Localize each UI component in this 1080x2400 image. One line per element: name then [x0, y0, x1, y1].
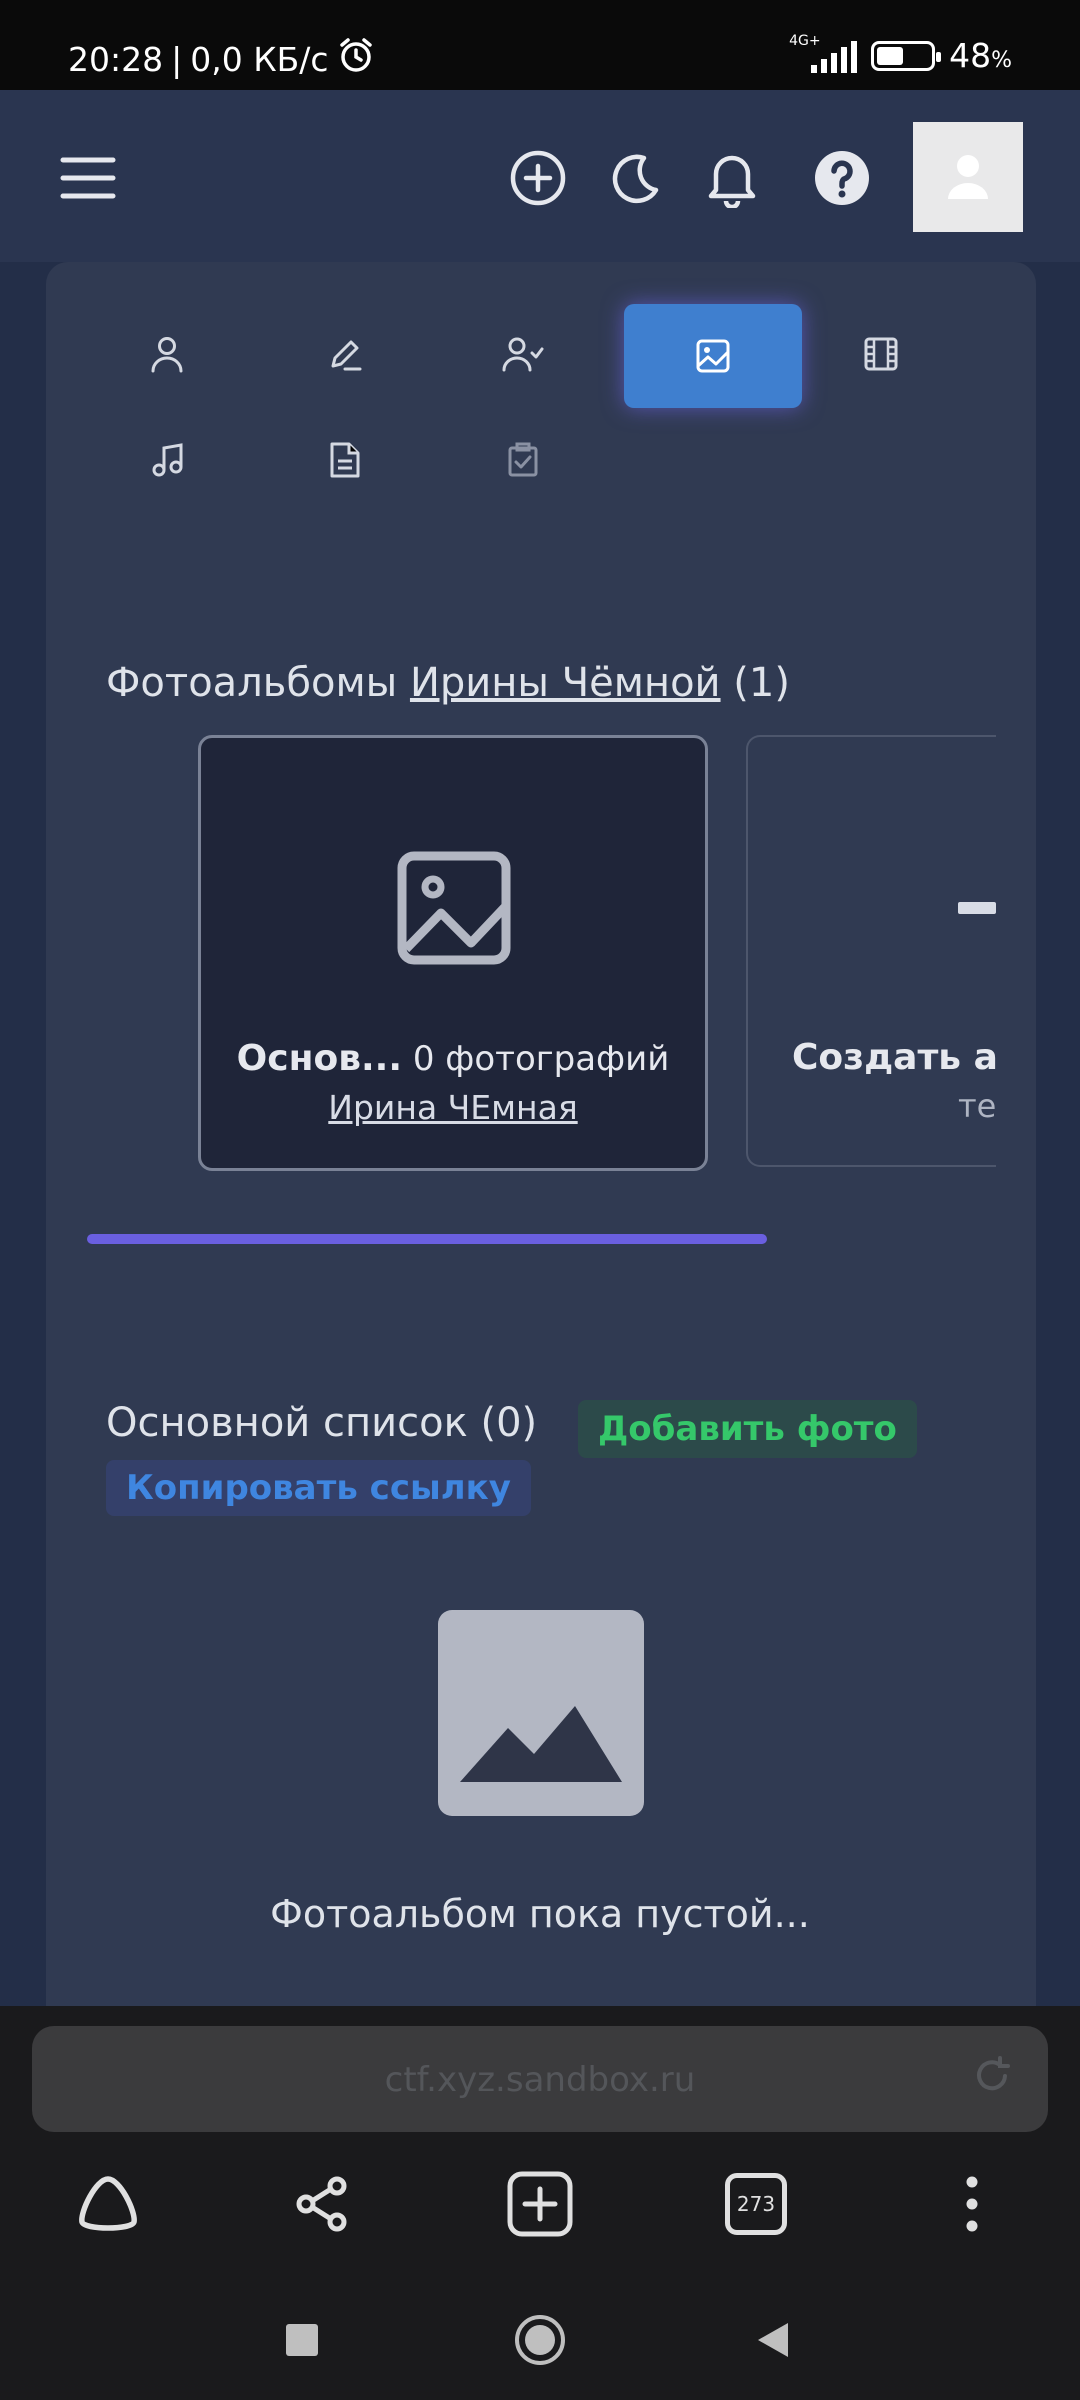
- plus-circle-icon[interactable]: [508, 148, 568, 208]
- document-icon: [330, 442, 360, 478]
- status-right: 4G+ 48%: [787, 32, 1012, 76]
- create-album-subtitle: те: [958, 1087, 996, 1125]
- back-icon[interactable]: [734, 2300, 814, 2380]
- tab-friends[interactable]: [434, 302, 612, 406]
- address-url: ctf.xyz.sandbox.ru: [384, 2060, 696, 2100]
- add-photo-button[interactable]: Добавить фото: [578, 1400, 917, 1458]
- tab-profile[interactable]: [78, 302, 256, 406]
- copy-link-button[interactable]: Копировать ссылку: [106, 1460, 531, 1516]
- status-speed: 0,0 КБ/с: [190, 39, 329, 79]
- album-card[interactable]: Основ... 0 фотографий Ирина ЧЕмная: [198, 735, 708, 1171]
- create-album-title: Создать а: [792, 1037, 996, 1078]
- image-icon: [397, 851, 511, 969]
- album-info: Основ... 0 фотографий: [201, 1038, 705, 1079]
- reload-icon[interactable]: [972, 2056, 1012, 2100]
- user-avatar-button[interactable]: [913, 122, 1023, 232]
- status-time: 20:28: [68, 39, 164, 79]
- address-bar[interactable]: ctf.xyz.sandbox.ru: [32, 2026, 1048, 2132]
- empty-album-text: Фотоальбом пока пустой...: [270, 1892, 810, 1936]
- alarm-icon: [337, 36, 375, 82]
- battery-icon: [871, 40, 942, 71]
- checkbox-icon: [508, 442, 538, 477]
- album-owner[interactable]: Ирина ЧЕмная: [201, 1088, 705, 1127]
- tab-posts[interactable]: [256, 302, 434, 406]
- more-icon[interactable]: [932, 2168, 1012, 2240]
- create-album-card[interactable]: Создать а те: [746, 735, 996, 1167]
- signal-icon: 4G+: [787, 33, 858, 73]
- empty-album-placeholder: [438, 1610, 644, 1816]
- alice-icon[interactable]: [68, 2168, 148, 2240]
- tab-notes[interactable]: [256, 408, 434, 512]
- new-tab-icon[interactable]: [500, 2168, 580, 2240]
- status-bar: 20:28 | 0,0 КБ/с 4G+ 48%: [0, 0, 1080, 90]
- film-icon: [864, 337, 898, 371]
- status-left: 20:28 | 0,0 КБ/с: [68, 36, 375, 82]
- plus-icon: [958, 902, 996, 914]
- share-icon[interactable]: [282, 2168, 362, 2240]
- user-check-icon: [502, 337, 544, 372]
- menu-icon[interactable]: [58, 150, 118, 206]
- tab-tasks[interactable]: [434, 408, 612, 512]
- tab-music[interactable]: [78, 408, 256, 512]
- mountain-icon: [460, 1706, 622, 1782]
- album-photo-count: 0 фотографий: [412, 1039, 670, 1079]
- home-icon[interactable]: [500, 2300, 580, 2380]
- moon-icon[interactable]: [604, 148, 664, 208]
- pencil-icon: [331, 340, 362, 371]
- help-icon[interactable]: [812, 148, 872, 208]
- battery-percent: 48: [949, 36, 992, 75]
- tab-photos[interactable]: [624, 304, 802, 408]
- album-owner-link[interactable]: Ирины Чёмной: [410, 660, 721, 706]
- bell-icon[interactable]: [702, 146, 762, 210]
- recent-apps-icon[interactable]: [262, 2300, 342, 2380]
- tab-videos[interactable]: [792, 302, 970, 406]
- user-icon: [151, 337, 183, 373]
- albums-title: Фотоальбомы Ирины Чёмной (1): [106, 660, 790, 706]
- album-name: Основ...: [236, 1038, 403, 1079]
- image-icon: [696, 339, 730, 373]
- album-scrollbar[interactable]: [87, 1234, 767, 1244]
- list-title: Основной список (0): [106, 1400, 538, 1446]
- tabs-switcher-button[interactable]: 273: [716, 2168, 796, 2240]
- user-avatar-icon: [948, 155, 988, 199]
- music-icon: [152, 443, 183, 477]
- tabs-count: 273: [725, 2173, 787, 2235]
